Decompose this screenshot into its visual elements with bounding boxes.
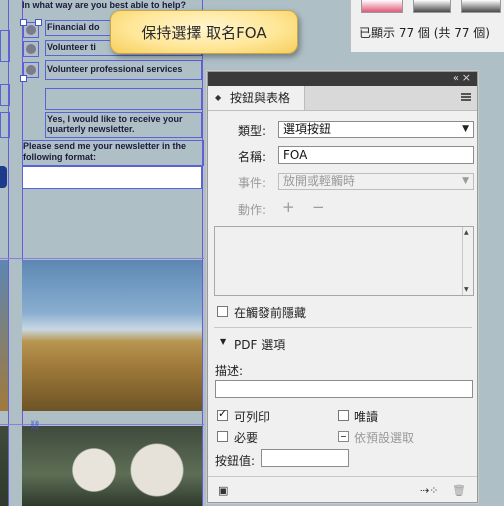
tooltip-text: 保持選擇 取名FOA: [141, 23, 267, 42]
marsh-photo[interactable]: [22, 260, 202, 411]
event-value: 放開或輕觸時: [283, 174, 356, 188]
format-input-field[interactable]: [22, 166, 202, 189]
buttons-forms-panel: « × ◆ 按鈕與表格 類型: 選項按鈕 ▼ 名稱: FOA 事件: 放開或輕觸…: [207, 71, 478, 503]
option-label: Volunteer ti: [47, 42, 96, 52]
newsletter-text-2: quarterly newsletter.: [47, 124, 135, 134]
add-action-button[interactable]: +: [282, 198, 295, 216]
text-frame: [0, 84, 10, 106]
type-dropdown[interactable]: 選項按鈕 ▼: [278, 121, 474, 138]
close-icon[interactable]: ×: [462, 72, 471, 84]
default-selected-label: 依預設選取: [354, 431, 415, 445]
chevron-down-icon: ▼: [462, 124, 469, 134]
type-label: 類型:: [237, 124, 266, 138]
required-label: 必要: [234, 431, 259, 445]
birds-photo[interactable]: [22, 426, 202, 506]
item-count-status: 已顯示 77 個 (共 77 個): [359, 26, 490, 40]
guide-line: [202, 0, 203, 506]
readonly-checkbox[interactable]: [338, 410, 349, 421]
action-label: 動作:: [237, 203, 266, 217]
scroll-up-icon[interactable]: ▲: [464, 229, 469, 236]
links-panel-fragment: 已顯示 77 個 (共 77 個): [350, 0, 504, 52]
text-frame: [0, 112, 10, 138]
pdf-options-title: PDF 選項: [234, 338, 286, 352]
divider: [214, 327, 472, 328]
panel-footer: ▣ ⇢⁘ 🗑: [208, 476, 477, 503]
radio-button[interactable]: [23, 41, 39, 57]
tab-toggle-icon[interactable]: ◆: [215, 86, 221, 110]
hide-until-triggered-checkbox[interactable]: [217, 306, 228, 317]
required-checkbox[interactable]: [217, 431, 228, 442]
description-label: 描述:: [215, 364, 244, 378]
scrollbar[interactable]: ▲ ▼: [462, 227, 473, 295]
button-value-label: 按鈕值:: [215, 454, 256, 468]
tab-buttons-forms[interactable]: ◆ 按鈕與表格: [208, 86, 305, 110]
selection-handle[interactable]: [20, 19, 27, 26]
tooltip-callout: 保持選擇 取名FOA: [110, 10, 298, 54]
remove-action-button[interactable]: −: [312, 198, 325, 216]
convert-to-button-icon[interactable]: ⇢⁘: [420, 484, 438, 497]
scroll-down-icon[interactable]: ▼: [464, 286, 469, 293]
hide-until-triggered-label: 在觸發前隱藏: [234, 306, 307, 320]
photo-edge: [0, 426, 8, 506]
selection-handle[interactable]: [20, 75, 27, 82]
format-text-1: Please send me your newsletter in the: [23, 141, 187, 151]
pdf-options-toggle-icon[interactable]: ▼: [220, 337, 226, 346]
printable-label: 可列印: [234, 410, 271, 424]
text-frame: [45, 88, 202, 110]
thumbnail[interactable]: [461, 0, 501, 13]
format-text-2: following format:: [23, 152, 96, 162]
trash-icon[interactable]: 🗑: [452, 484, 466, 497]
guide-line: [8, 0, 9, 506]
name-input[interactable]: FOA: [278, 146, 474, 164]
chevron-down-icon: ▼: [462, 176, 469, 186]
option-label: Financial do: [47, 22, 100, 32]
default-selected-checkbox[interactable]: [338, 431, 349, 442]
collapse-panel-icon[interactable]: «: [453, 73, 459, 84]
photo-edge: [0, 260, 8, 411]
panel-tab-bar: ◆ 按鈕與表格: [208, 86, 477, 111]
thumbnail[interactable]: [413, 0, 451, 13]
event-label: 事件:: [237, 176, 266, 190]
type-value: 選項按鈕: [283, 122, 332, 136]
printable-checkbox[interactable]: [217, 407, 228, 421]
name-label: 名稱:: [237, 150, 266, 164]
button-value-input[interactable]: [261, 449, 349, 467]
thumbnail[interactable]: [361, 0, 403, 13]
link-icon[interactable]: ⛓: [29, 421, 40, 431]
event-dropdown[interactable]: 放開或輕觸時 ▼: [278, 173, 474, 190]
text-frame: [0, 30, 10, 62]
actions-list[interactable]: ▲ ▼: [214, 226, 474, 296]
panel-title-bar[interactable]: « ×: [208, 72, 477, 86]
description-input[interactable]: [215, 380, 473, 398]
selection-handle[interactable]: [35, 19, 42, 26]
panel-menu-icon[interactable]: [461, 93, 471, 101]
guide-line: [0, 258, 204, 259]
side-tab: [0, 166, 7, 188]
preview-icon[interactable]: ▣: [218, 484, 228, 497]
readonly-label: 唯讀: [354, 410, 379, 424]
option-label: Volunteer professional services: [47, 64, 183, 74]
